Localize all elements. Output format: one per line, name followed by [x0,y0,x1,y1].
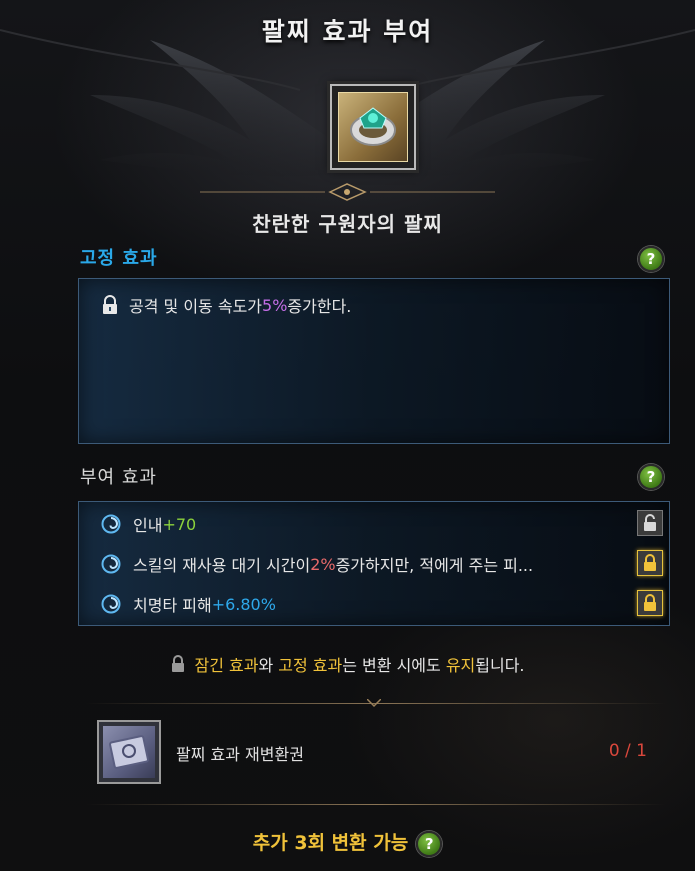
notice-text: 됩니다. [475,656,525,675]
granted-effect-row: 스킬의 재사용 대기 시간이 2% 증가하지만, 적에게 주는 피... [101,552,533,576]
fixed-effect-label: 고정 효과 [80,248,158,269]
swirl-icon [101,514,121,534]
fixed-effect-value: 5% [262,295,288,315]
fixed-effect-prefix: 공격 및 이동 속도가 [129,297,263,316]
swirl-icon [101,554,121,574]
granted-effect-row: 치명타 피해 +6.80% [101,592,276,616]
granted-effect-panel: 인내 +70 스킬의 재사용 대기 시간이 2% 증가하지만, 적에게 주는 피… [78,501,670,626]
retain-notice: 잠긴 효과와 고정 효과는 변환 시에도 유지됩니다. [0,652,695,676]
swirl-icon [101,594,121,614]
ticket-name: 팔찌 효과 재변환권 [176,745,304,764]
notice-fixed-effect: 고정 효과 [278,656,343,675]
bracelet-icon [338,92,408,162]
granted-effect-value: +6.80% [211,594,276,614]
locked-icon [644,554,656,571]
notice-locked-effect: 잠긴 효과 [194,656,259,675]
notice-retain: 유지 [445,656,476,675]
remaining-conversions-text: 추가 3회 변환 가능 [252,832,409,854]
item-slot[interactable] [330,84,416,170]
lock-toggle-button[interactable] [637,550,663,576]
granted-effect-prefix: 인내 [133,516,163,535]
ticket-icon [103,726,155,778]
fixed-effect-help-button[interactable]: ? [638,246,664,272]
lock-icon [103,295,117,314]
lock-toggle-button[interactable] [637,590,663,616]
granted-effect-help-button[interactable]: ? [638,464,664,490]
window-title: 팔찌 효과 부여 [261,17,434,46]
divider-bottom [86,804,666,805]
granted-effect-prefix: 치명타 피해 [133,596,212,615]
title-ornament [200,183,495,201]
unlocked-icon [644,514,656,531]
granted-effect-value: +70 [162,514,197,534]
unlock-toggle-button[interactable] [637,510,663,536]
granted-effect-prefix: 스킬의 재사용 대기 시간이 [133,556,311,575]
fixed-effect-suffix: 증가한다. [287,297,352,316]
ticket-count: 0 / 1 [608,741,647,761]
lock-icon [172,655,185,672]
fixed-effect-row: 공격 및 이동 속도가 5% 증가한다. [101,293,351,317]
notice-text: 는 변환 시에도 [342,656,446,675]
fixed-effect-panel: 공격 및 이동 속도가 5% 증가한다. [78,278,670,444]
divider-chevron-icon [367,699,381,708]
ticket-slot[interactable] [97,720,161,784]
granted-effect-label: 부여 효과 [80,467,157,488]
granted-effect-value: 2% [310,554,336,574]
remaining-conversions: 추가 3회 변환 가능? [0,828,695,857]
locked-icon [644,594,656,611]
item-name: 찬란한 구원자의 팔찌 [252,212,443,236]
footer-help-button[interactable]: ? [416,830,443,857]
notice-text: 와 [258,656,279,675]
granted-effect-suffix: 증가하지만, 적에게 주는 피... [335,556,534,575]
granted-effect-row: 인내 +70 [101,512,196,536]
